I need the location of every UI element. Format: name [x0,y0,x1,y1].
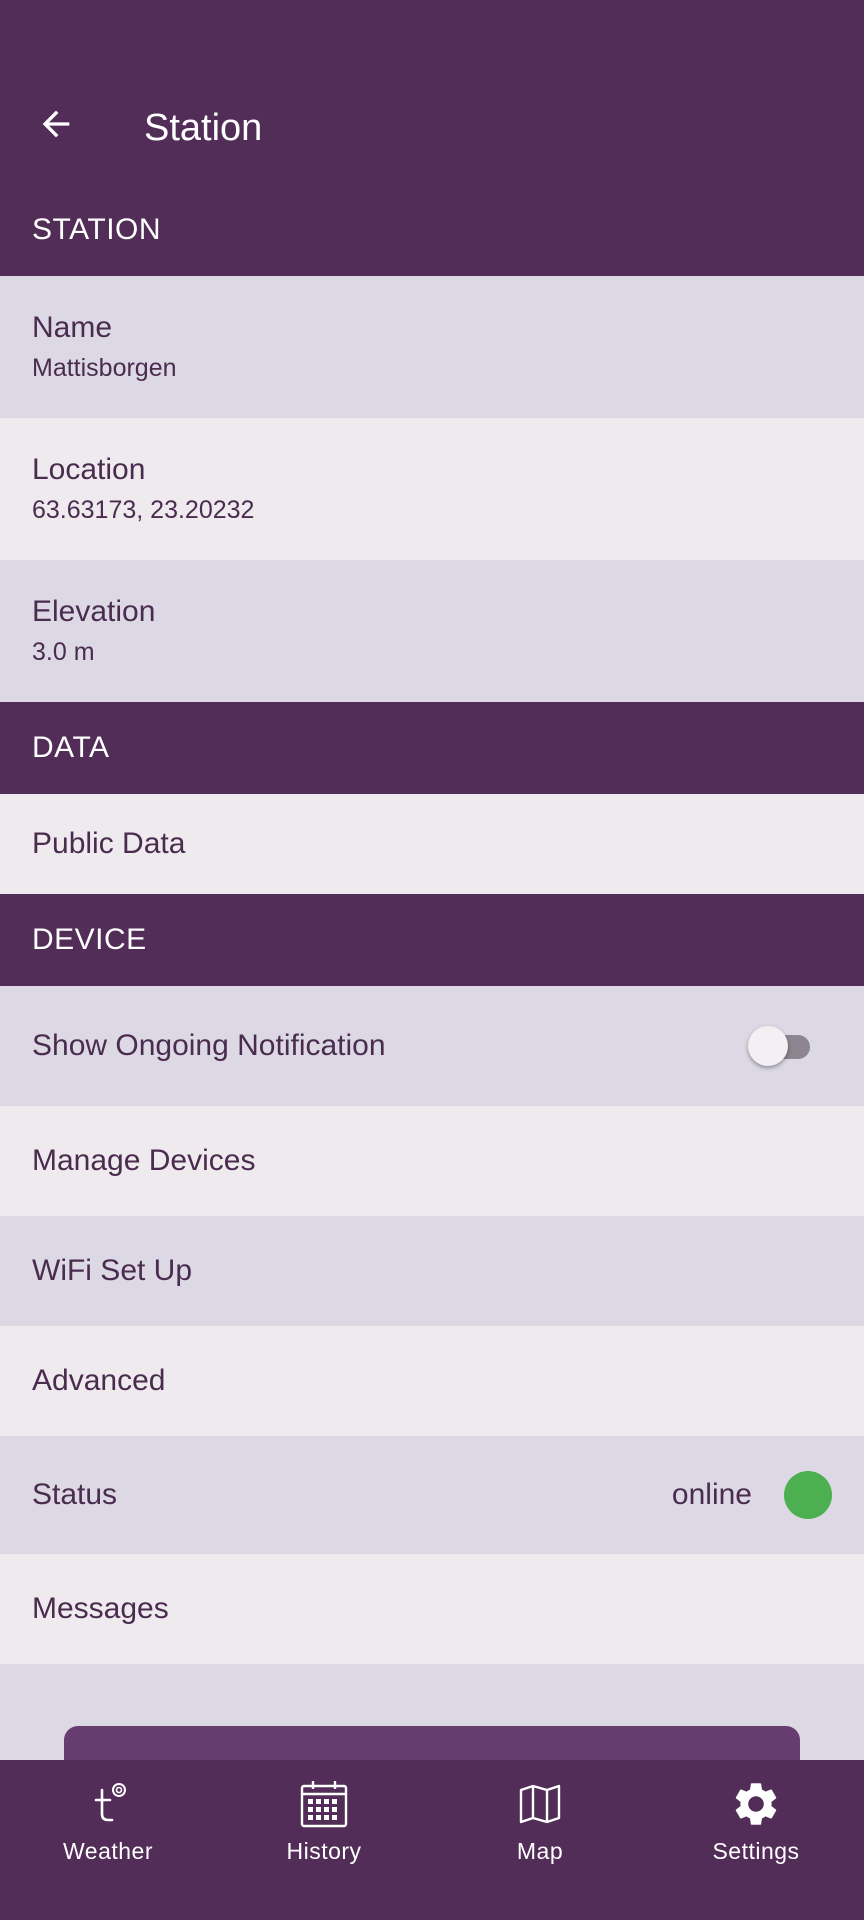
row-title: Name [32,311,113,344]
row-title: WiFi Set Up [32,1254,193,1287]
nav-item-map[interactable]: Map [432,1760,648,1920]
back-button[interactable] [30,98,82,150]
settings-row-wifi-setup[interactable]: WiFi Set Up [0,1216,864,1326]
map-icon [512,1776,568,1832]
section-header-station: STATION [0,184,864,276]
arrow-left-icon [42,110,70,138]
tempest-logo-icon [80,1776,136,1832]
nav-label: Settings [712,1838,800,1864]
bottom-navigation: Weather History Map Settings [0,1760,864,1920]
nav-item-weather[interactable]: Weather [0,1760,216,1920]
row-title: Public Data [32,827,186,860]
settings-row-public-data[interactable]: Public Data [0,794,864,894]
row-title: Messages [32,1592,169,1625]
row-title: Advanced [32,1364,166,1397]
row-value: 3.0 m [32,638,95,666]
settings-row-advanced[interactable]: Advanced [0,1326,864,1436]
row-value: 63.63173, 23.20232 [32,496,255,524]
row-value: Mattisborgen [32,354,177,382]
nav-item-settings[interactable]: Settings [648,1760,864,1920]
settings-row-location[interactable]: Location 63.63173, 23.20232 [0,418,864,560]
page-title: Station [144,107,263,149]
settings-row-status[interactable]: Status online [0,1436,864,1554]
settings-row-manage-devices[interactable]: Manage Devices [0,1106,864,1216]
app-bar: Station [0,0,864,184]
settings-row-messages[interactable]: Messages [0,1554,864,1664]
nav-label: History [286,1838,362,1864]
section-header-device: DEVICE [0,894,864,986]
nav-item-history[interactable]: History [216,1760,432,1920]
gear-icon [728,1776,784,1832]
settings-row-name[interactable]: Name Mattisborgen [0,276,864,418]
row-title: Show Ongoing Notification [32,1029,386,1062]
row-title: Location [32,453,146,486]
calendar-icon [296,1776,352,1832]
status-value: online [671,1478,752,1511]
nav-label: Weather [62,1838,153,1864]
status-indicator-dot [784,1471,832,1519]
section-header-data: DATA [0,702,864,794]
nav-label: Map [516,1838,564,1864]
notification-toggle[interactable] [748,1024,810,1068]
toggle-thumb [748,1026,788,1066]
row-title: Elevation [32,595,156,628]
settings-row-ongoing-notification[interactable]: Show Ongoing Notification [0,986,864,1106]
settings-row-elevation[interactable]: Elevation 3.0 m [0,560,864,702]
row-title: Manage Devices [32,1144,256,1177]
